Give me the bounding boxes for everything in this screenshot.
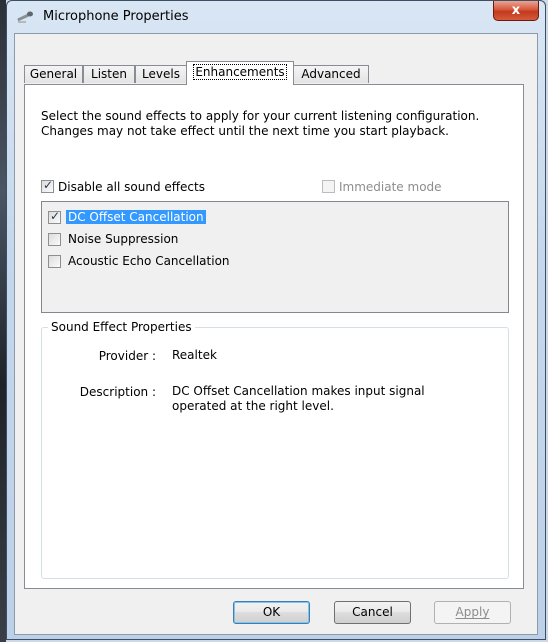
tab-advanced[interactable]: Advanced: [293, 65, 369, 83]
description-value: DC Offset Cancellation makes input signa…: [172, 384, 425, 413]
microphone-icon: [16, 10, 34, 24]
group-title: Sound Effect Properties: [48, 320, 195, 334]
cancel-button[interactable]: Cancel: [334, 601, 411, 624]
apply-button[interactable]: Apply: [434, 601, 511, 624]
title-bar[interactable]: Microphone Properties x: [7, 1, 545, 31]
description-label: Description :: [79, 385, 156, 399]
effect-checkbox[interactable]: [48, 255, 61, 268]
cancel-label: Cancel: [352, 605, 393, 619]
tab-levels[interactable]: Levels: [135, 65, 187, 83]
ok-label: OK: [262, 605, 281, 619]
immediate-mode-label[interactable]: Immediate mode: [339, 180, 442, 194]
effect-label: Acoustic Echo Cancellation: [68, 254, 230, 268]
disable-all-label[interactable]: Disable all sound effects: [58, 180, 205, 194]
tab-general-label: General: [29, 67, 78, 81]
close-button[interactable]: x: [493, 1, 539, 21]
window-title: Microphone Properties: [43, 9, 189, 24]
tab-general[interactable]: General: [24, 65, 83, 83]
tab-listen-label: Listen: [91, 67, 127, 81]
sound-effect-properties-group: Sound Effect Properties Provider : Realt…: [41, 320, 509, 579]
effect-label: Noise Suppression: [68, 232, 179, 246]
disable-all-checkbox[interactable]: [41, 178, 54, 193]
effects-list[interactable]: DC Offset Cancellation Noise Suppression…: [41, 201, 509, 313]
enhancements-page: Select the sound effects to apply for yo…: [24, 84, 524, 589]
instructions-text: Select the sound effects to apply for yo…: [41, 109, 480, 138]
tab-enhancements[interactable]: Enhancements: [186, 61, 294, 85]
close-icon: x: [511, 3, 521, 18]
provider-label: Provider :: [98, 349, 156, 363]
effect-checkbox[interactable]: [48, 209, 61, 224]
tab-listen[interactable]: Listen: [83, 65, 135, 83]
ok-button[interactable]: OK: [233, 601, 310, 624]
tab-advanced-label: Advanced: [301, 67, 361, 81]
provider-value: Realtek: [172, 348, 217, 362]
immediate-mode-checkbox[interactable]: [322, 180, 335, 193]
tab-levels-label: Levels: [142, 67, 180, 81]
effect-checkbox[interactable]: [48, 233, 61, 246]
apply-label: Apply: [455, 605, 490, 619]
tab-enhancements-label: Enhancements: [193, 64, 287, 80]
effect-label: DC Offset Cancellation: [66, 210, 206, 224]
